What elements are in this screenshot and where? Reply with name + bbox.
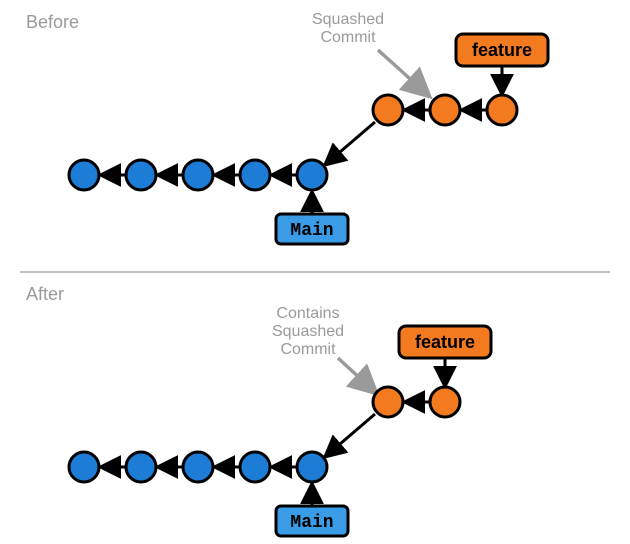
commit-node — [297, 160, 327, 190]
main-tag-label-after: Main — [290, 513, 333, 533]
before-annot-line1: Squashed — [312, 11, 384, 28]
branch-merge-arrow-before — [326, 122, 375, 164]
commit-node — [69, 452, 99, 482]
commit-node — [487, 95, 517, 125]
main-tag-label-before: Main — [290, 221, 333, 241]
after-feature-commits — [373, 387, 460, 417]
after-annot-line2: Squashed — [272, 323, 344, 340]
squash-merge-diagram: Before Squashed Commit feature — [0, 0, 630, 544]
after-main-commits — [69, 452, 327, 482]
before-label: Before — [26, 12, 79, 32]
before-panel: Before Squashed Commit feature — [26, 11, 548, 244]
main-tag-before: Main — [276, 214, 348, 244]
after-annot-line3: Commit — [280, 341, 336, 358]
commit-node — [126, 452, 156, 482]
feature-tag-label-before: feature — [472, 40, 532, 60]
after-annot-line1: Contains — [276, 305, 339, 322]
after-label: After — [26, 284, 64, 304]
feature-tag-before: feature — [456, 34, 548, 66]
feature-tag-after: feature — [399, 326, 491, 358]
branch-merge-arrow-after — [326, 414, 375, 456]
commit-node — [430, 95, 460, 125]
commit-node — [240, 160, 270, 190]
main-tag-after: Main — [276, 506, 348, 536]
before-annot-line2: Commit — [320, 29, 376, 46]
before-main-commits — [69, 160, 327, 190]
commit-node — [69, 160, 99, 190]
commit-node — [183, 452, 213, 482]
commit-node — [430, 387, 460, 417]
commit-node — [126, 160, 156, 190]
commit-node — [373, 387, 403, 417]
before-annot-arrow — [378, 50, 428, 95]
commit-node — [183, 160, 213, 190]
commit-node — [373, 95, 403, 125]
commit-node — [297, 452, 327, 482]
after-panel: After Contains Squashed Commit feature — [26, 284, 491, 536]
commit-node — [240, 452, 270, 482]
feature-tag-label-after: feature — [415, 332, 475, 352]
before-feature-commits — [373, 95, 517, 125]
after-annot-arrow — [338, 358, 375, 392]
